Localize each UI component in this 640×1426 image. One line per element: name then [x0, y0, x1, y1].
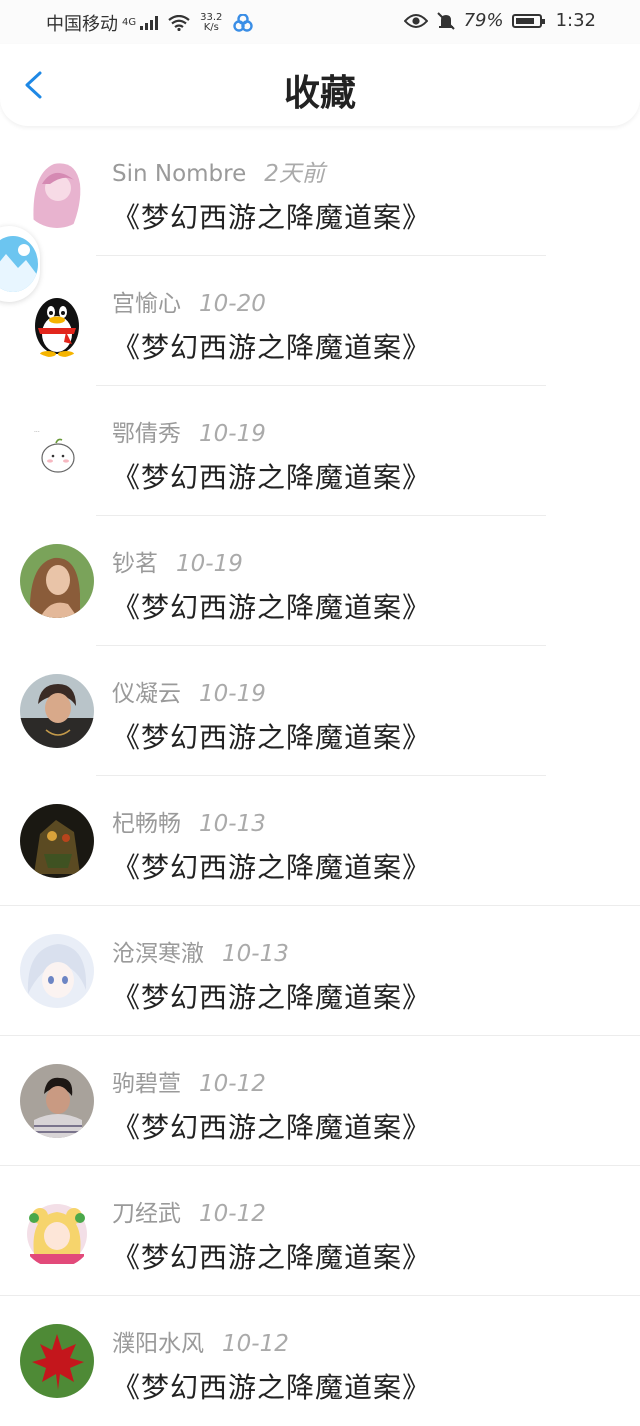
photo-woman-avatar[interactable]	[20, 544, 94, 618]
favorite-date: 10-20	[199, 291, 266, 317]
favorite-row[interactable]: 钞茗 10-19 《梦幻西游之降魔道案》	[0, 516, 640, 646]
floating-assistant-icon	[0, 236, 38, 292]
favorite-date: 10-19	[199, 421, 266, 447]
maple-leaf-avatar[interactable]	[20, 1324, 94, 1398]
work-title[interactable]: 《梦幻西游之降魔道案》	[112, 326, 431, 366]
work-title[interactable]: 《梦幻西游之降魔道案》	[112, 976, 431, 1016]
wifi-icon	[168, 15, 190, 31]
favorite-row[interactable]: 刀经武 10-12 《梦幻西游之降魔道案》	[0, 1166, 640, 1296]
carrier-label: 中国移动	[46, 14, 118, 35]
signal-icon	[140, 16, 159, 30]
favorite-date: 2天前	[264, 161, 325, 187]
favorite-row[interactable]: 仪凝云 10-19 《梦幻西游之降魔道案》	[0, 646, 640, 776]
favorite-row[interactable]: 沧溟寒澈 10-13 《梦幻西游之降魔道案》	[0, 906, 640, 1036]
row-meta: 沧溟寒澈 10-13	[112, 934, 289, 968]
network-type: 4G	[122, 17, 137, 28]
work-title[interactable]: 《梦幻西游之降魔道案》	[112, 456, 431, 496]
user-name[interactable]: 宫愉心	[112, 291, 181, 317]
row-meta: 鄂倩秀 10-19	[112, 414, 266, 448]
favorite-date: 10-12	[199, 1071, 266, 1097]
favorite-row[interactable]: ... 鄂倩秀 10-19 《梦幻西游之降魔道案》	[0, 386, 640, 516]
sailor-moon-avatar[interactable]	[20, 1194, 94, 1268]
eye-icon	[403, 13, 428, 28]
work-title[interactable]: 《梦幻西游之降魔道案》	[112, 1106, 431, 1146]
row-meta: 濮阳水风 10-12	[112, 1324, 289, 1358]
robot-avatar[interactable]	[20, 804, 94, 878]
favorite-row[interactable]: 驹碧萱 10-12 《梦幻西游之降魔道案》	[0, 1036, 640, 1166]
row-meta: 仪凝云 10-19	[112, 674, 266, 708]
user-name[interactable]: 驹碧萱	[112, 1071, 181, 1097]
work-title[interactable]: 《梦幻西游之降魔道案》	[112, 1236, 431, 1276]
battery-icon	[511, 13, 545, 28]
work-title[interactable]: 《梦幻西游之降魔道案》	[112, 1366, 431, 1406]
speed-unit: K/s	[203, 22, 219, 33]
user-name[interactable]: 仪凝云	[112, 681, 181, 707]
user-name[interactable]: 鄂倩秀	[112, 421, 181, 447]
anime-girl-avatar[interactable]	[20, 154, 94, 228]
battery-percent: 79%	[463, 10, 504, 31]
user-name[interactable]: 钞茗	[112, 551, 158, 577]
row-meta: 刀经武 10-12	[112, 1194, 266, 1228]
favorite-date: 10-19	[176, 551, 243, 577]
page-title: 收藏	[283, 73, 356, 114]
row-meta: 杞畅畅 10-13	[112, 804, 266, 838]
row-meta: Sin Nombre 2天前	[112, 154, 325, 188]
row-meta: 宫愉心 10-20	[112, 284, 266, 318]
app-notification-icon	[233, 14, 254, 32]
favorite-date: 10-13	[222, 941, 289, 967]
row-meta: 钞茗 10-19	[112, 544, 243, 578]
user-name[interactable]: 刀经武	[112, 1201, 181, 1227]
favorite-row[interactable]: Sin Nombre 2天前《梦幻西游之降魔道案》	[0, 126, 640, 256]
clock: 1:32	[555, 10, 596, 31]
status-bar: 中国移动 4G 33.2 K/s 79% 1:32	[0, 0, 640, 44]
favorites-list: Sin Nombre 2天前 《梦幻西游之降魔道案》 宫愉心 10-20 《梦幻西游之降魔…	[0, 126, 640, 1426]
row-meta: 驹碧萱 10-12	[112, 1064, 266, 1098]
favorite-row[interactable]: 杞畅畅 10-13 《梦幻西游之降魔道案》	[0, 776, 640, 906]
photo-person-avatar[interactable]	[20, 674, 94, 748]
header: 收藏	[0, 44, 640, 126]
user-name[interactable]: 杞畅畅	[112, 811, 181, 837]
work-title[interactable]: 《梦幻西游之降魔道案》	[112, 716, 431, 756]
user-name[interactable]: Sin Nombre	[112, 161, 246, 187]
favorite-row[interactable]: 濮阳水风 10-12 《梦幻西游之降魔道案》	[0, 1296, 640, 1426]
favorite-date: 10-19	[199, 681, 266, 707]
work-title[interactable]: 《梦幻西游之降魔道案》	[112, 196, 431, 236]
speed-indicator: 33.2 K/s	[200, 13, 222, 33]
cartoon-bun-avatar[interactable]: ...	[20, 414, 94, 488]
work-title[interactable]: 《梦幻西游之降魔道案》	[112, 586, 431, 626]
user-name[interactable]: 濮阳水风	[112, 1331, 204, 1357]
favorite-date: 10-12	[222, 1331, 289, 1357]
favorite-date: 10-13	[199, 811, 266, 837]
photo-boy-avatar[interactable]	[20, 1064, 94, 1138]
penguin-avatar[interactable]	[20, 284, 94, 358]
mute-bell-icon	[436, 11, 455, 30]
anime-boy-avatar[interactable]	[20, 934, 94, 1008]
work-title[interactable]: 《梦幻西游之降魔道案》	[112, 846, 431, 886]
user-name[interactable]: 沧溟寒澈	[112, 941, 204, 967]
favorite-row[interactable]: 宫愉心 10-20 《梦幻西游之降魔道案》	[0, 256, 640, 386]
favorite-date: 10-12	[199, 1201, 266, 1227]
svg-text:...: ...	[34, 427, 40, 434]
